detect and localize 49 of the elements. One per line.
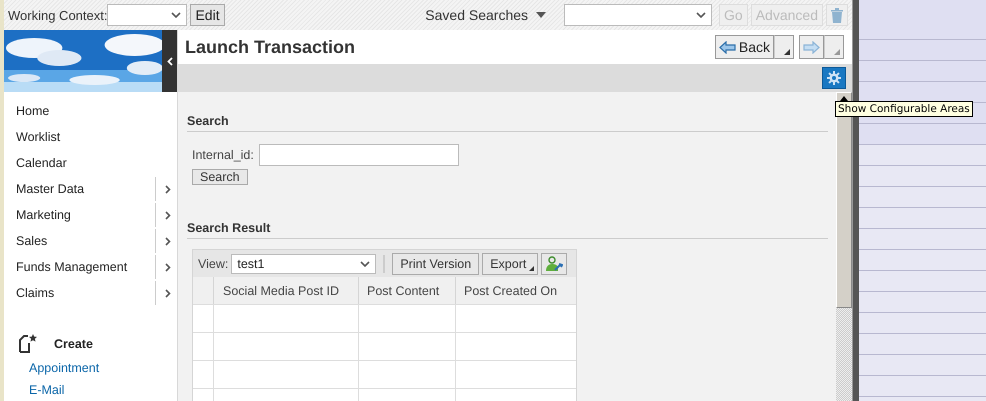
field-label: Internal_id:	[192, 148, 254, 162]
create-heading: Create	[54, 336, 93, 350]
back-history-dropdown[interactable]	[774, 35, 794, 59]
working-context-label: Working Context:	[8, 8, 108, 22]
submenu-chevron-icon[interactable]	[155, 255, 171, 279]
corner-triangle-icon[interactable]	[784, 49, 790, 55]
chevron-down-icon[interactable]	[360, 260, 370, 266]
submenu-chevron-icon[interactable]	[155, 281, 171, 305]
dropdown-icon[interactable]	[536, 12, 546, 18]
create-link[interactable]: Appointment	[29, 357, 177, 379]
column-header[interactable]: Social Media Post ID	[214, 277, 359, 304]
submenu-chevron-icon[interactable]	[155, 229, 171, 253]
search-button[interactable]: Search	[192, 169, 248, 185]
section-heading: Search	[187, 114, 828, 132]
column-header[interactable]: Post Content	[359, 277, 456, 304]
print-version-button[interactable]: Print Version	[392, 252, 480, 274]
person-wrench-icon[interactable]	[545, 256, 564, 272]
submenu-chevron-icon[interactable]	[155, 177, 171, 201]
nav-item[interactable]: Worklist	[16, 130, 171, 144]
view-dropdown[interactable]: test1	[231, 254, 376, 274]
personalize-button[interactable]	[541, 252, 568, 274]
tooltip: Show Configurable Areas	[835, 101, 973, 117]
nav-item[interactable]: Home	[16, 104, 171, 118]
nav-item[interactable]: Marketing	[16, 208, 155, 222]
input-field[interactable]	[258, 144, 459, 166]
section-heading: Search Result	[187, 221, 828, 239]
chevron-left-icon[interactable]	[166, 56, 172, 66]
create-link[interactable]: E-Mail	[29, 379, 177, 401]
chevron-down-icon[interactable]	[696, 12, 706, 18]
back-button[interactable]: Back	[714, 35, 774, 59]
submenu-chevron-icon[interactable]	[155, 203, 171, 227]
export-button[interactable]: Export	[482, 252, 538, 274]
new-document-icon	[18, 334, 38, 353]
edit-button[interactable]: Edit	[190, 4, 225, 26]
nav-item[interactable]: Funds Management	[16, 260, 155, 274]
gear-icon[interactable]	[827, 71, 841, 85]
column-header[interactable]: Post Created On	[456, 277, 575, 304]
arrow-up-icon[interactable]	[840, 96, 848, 101]
page-title: Launch Transaction	[185, 36, 356, 58]
nav-item[interactable]: Claims	[16, 286, 155, 300]
nav-item[interactable]: Sales	[16, 234, 155, 248]
nav-item[interactable]: Calendar	[16, 156, 171, 170]
chevron-down-icon[interactable]	[171, 12, 182, 18]
nav-item[interactable]: Master Data	[16, 182, 155, 196]
arrow-left-icon[interactable]	[718, 40, 736, 54]
view-label: View:	[198, 256, 228, 270]
corner-triangle-icon[interactable]	[529, 266, 534, 270]
saved-searches-label: Saved Searches	[425, 7, 528, 23]
settings-button[interactable]	[822, 67, 846, 89]
